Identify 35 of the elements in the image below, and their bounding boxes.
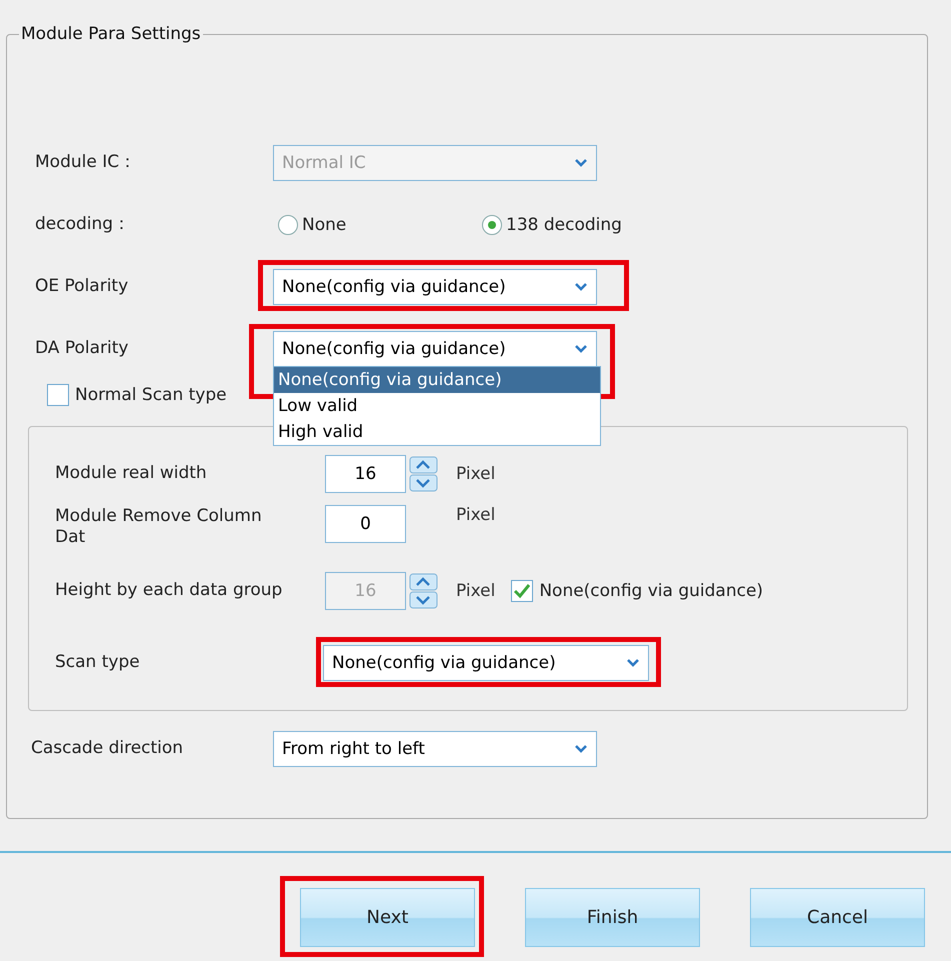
dialog-button[interactable]: Finish [525,888,700,947]
checkbox[interactable]: Normal Scan type [47,384,227,406]
chevron-down-icon [574,282,588,292]
group-title: Module Para Settings [20,24,202,44]
field-label: Height by each data group [55,580,284,602]
dropdown-field[interactable]: None(config via guidance) [273,269,597,305]
field-label: Module IC： [35,152,138,174]
field-label: Module real width [55,463,208,485]
spinner-icon[interactable] [409,573,438,609]
field-label: Scan type [55,652,141,674]
chevron-down-icon [626,658,640,668]
dialog-button[interactable]: Next [300,888,475,947]
unit-label: Pixel [456,464,496,484]
radio-icon[interactable] [482,215,502,235]
dropdown-field[interactable]: None(config via guidance) [323,645,649,681]
dialog-button[interactable]: Cancel [750,888,925,947]
field-label: decoding： [35,214,132,236]
unit-label: Pixel [456,581,496,601]
field-label: Cascade direction [31,738,184,760]
radio-option[interactable]: None [278,215,482,235]
dropdown-option[interactable]: None(config via guidance) [274,367,600,393]
chevron-down-icon [574,344,588,354]
chevron-down-icon [574,158,588,168]
field-label: Module Remove Column Dat [55,506,263,548]
number-field[interactable]: 0 [325,505,406,543]
checkmark-icon [513,583,532,599]
number-field[interactable]: 16 [325,455,406,493]
unit-label: Pixel [456,505,496,525]
field-label: OE Polarity [35,276,130,298]
spinner-icon[interactable] [409,456,438,492]
field-label: DA Polarity [35,338,130,360]
dropdown-field[interactable]: From right to left [273,731,597,767]
radio-icon[interactable] [278,215,298,235]
chevron-down-icon [574,744,588,754]
radio-option[interactable]: 138 decoding [482,215,702,235]
